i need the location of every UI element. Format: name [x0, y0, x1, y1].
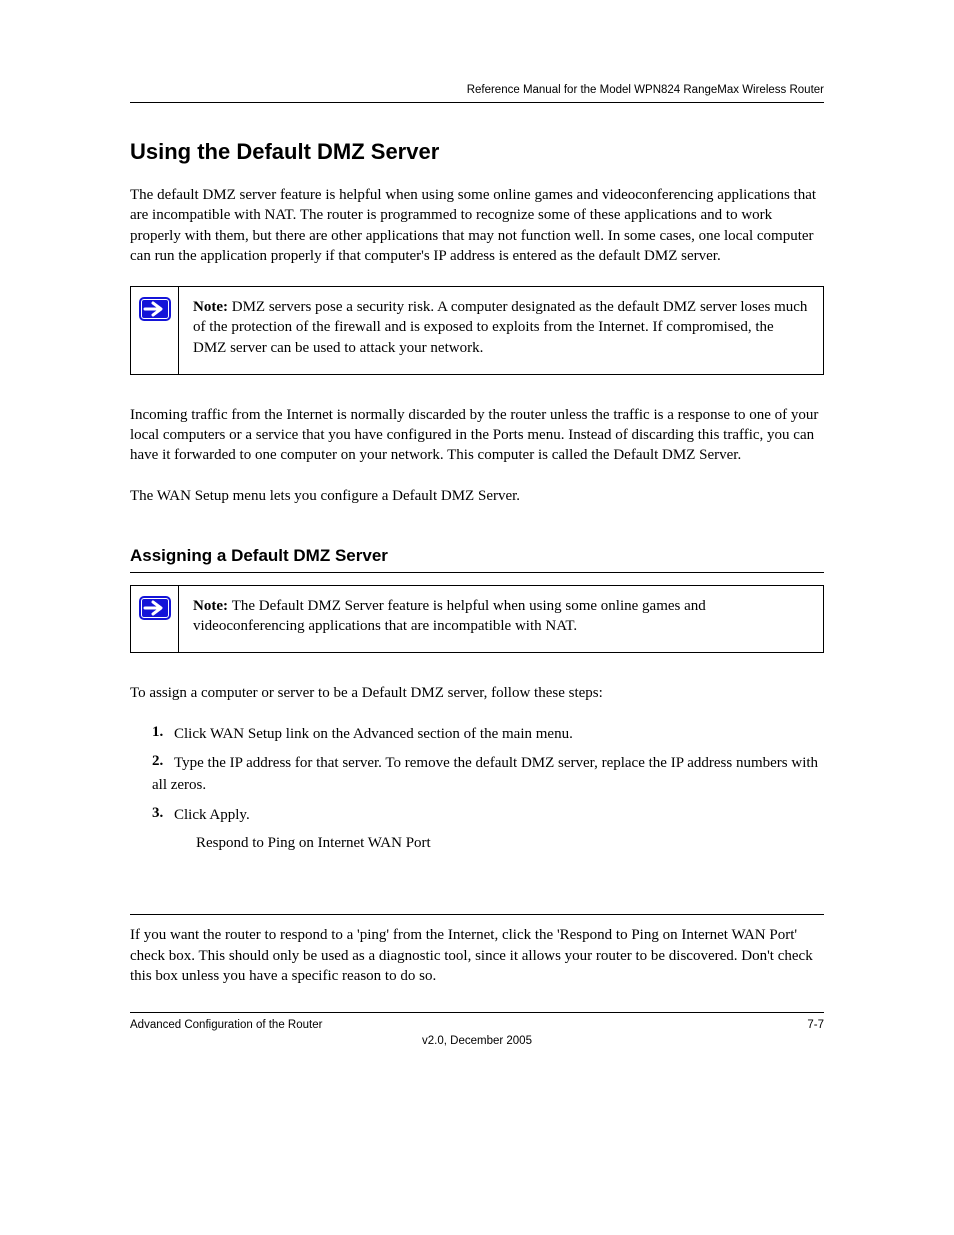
- dmz-paragraph: Incoming traffic from the Internet is no…: [130, 405, 824, 466]
- footer-left: Advanced Configuration of the Router: [130, 1019, 322, 1031]
- step-2: 2.Type the IP address for that server. T…: [152, 753, 824, 797]
- footer-version: v2.0, December 2005: [130, 1035, 824, 1047]
- footer-right: 7-7: [807, 1019, 824, 1031]
- intro-paragraph: The default DMZ server feature is helpfu…: [130, 185, 824, 266]
- section-title: Using the Default DMZ Server: [130, 139, 824, 165]
- note-arrow-icon: [131, 586, 179, 653]
- note-2-text: Note: The Default DMZ Server feature is …: [179, 586, 823, 653]
- page-footer: Advanced Configuration of the Router 7-7: [130, 1012, 824, 1031]
- subheading-ping: [130, 888, 824, 915]
- lead-paragraph: The WAN Setup menu lets you configure a …: [130, 486, 824, 506]
- header-manual-title: Reference Manual for the Model WPN824 Ra…: [130, 84, 824, 103]
- ping-paragraph: If you want the router to respond to a '…: [130, 925, 824, 986]
- step-3-sub: Respond to Ping on Internet WAN Port: [196, 833, 824, 855]
- note-box-1: Note: DMZ servers pose a security risk. …: [130, 286, 824, 375]
- step-3: 3.Click Apply. Respond to Ping on Intern…: [152, 805, 824, 855]
- note-box-2: Note: The Default DMZ Server feature is …: [130, 585, 824, 654]
- subheading-assign-dmz: Assigning a Default DMZ Server: [130, 546, 824, 573]
- step-1: 1.Click WAN Setup link on the Advanced s…: [152, 724, 824, 746]
- note-1-text: Note: DMZ servers pose a security risk. …: [179, 287, 823, 374]
- steps-lead: To assign a computer or server to be a D…: [130, 683, 824, 703]
- note-arrow-icon: [131, 287, 179, 374]
